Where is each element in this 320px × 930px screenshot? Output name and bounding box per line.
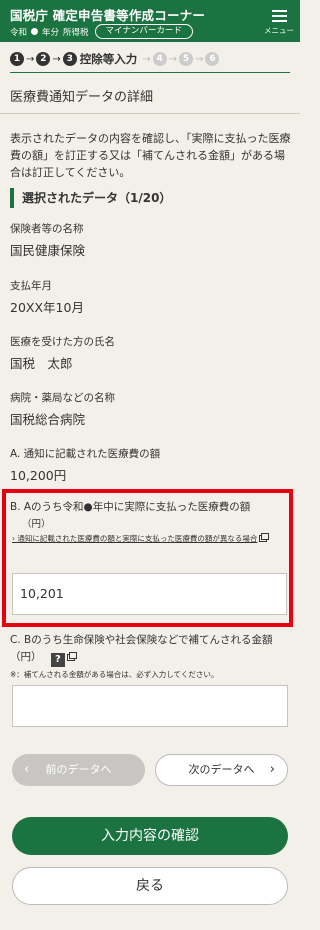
step-3: 3 [62, 52, 77, 66]
section-heading: 選択されたデータ（1/20） [10, 188, 171, 208]
reimbursed-amount-input[interactable] [12, 685, 288, 727]
external-window-icon[interactable] [66, 652, 77, 661]
hospital-label: 病院・薬局などの名称 [10, 392, 115, 404]
patient-name-label: 医療を受けた方の氏名 [10, 336, 115, 348]
help-icon[interactable]: ? [50, 653, 65, 667]
external-window-icon [259, 533, 270, 542]
reimbursed-amount-label-text: C. Bのうち生命保険や社会保険などで補てんされる金額（円） [10, 634, 273, 663]
hamburger-icon [271, 10, 287, 22]
title-divider [0, 113, 300, 114]
year-dot-icon [31, 28, 39, 35]
next-data-button[interactable]: 次のデータへ › [155, 754, 288, 786]
insurer-label: 保険者等の名称 [10, 223, 84, 235]
current-step-label: 控除等入力 [79, 52, 138, 66]
confirm-button[interactable]: 入力内容の確認 [12, 817, 288, 855]
step-4: 4 [152, 52, 167, 66]
patient-name-value: 国税 太郎 [10, 356, 73, 371]
tax-type-label: 所得税 [63, 27, 89, 38]
prev-data-label: 前のデータへ [45, 763, 112, 776]
reimbursed-amount-label: C. Bのうち生命保険や社会保険などで補てんされる金額（円） ? [10, 632, 290, 667]
hospital-value: 国税総合病院 [10, 412, 86, 427]
mynumber-card-badge: マイナンバーカード [94, 24, 193, 39]
page-title: 医療費通知データの詳細 [10, 90, 154, 105]
header-subinfo: 令和 年分 所得税 マイナンバーカード [10, 24, 193, 39]
insurer-value: 国民健康保険 [10, 243, 86, 258]
step-arrow-icon: → [195, 53, 204, 65]
chevron-right-icon: › [12, 534, 15, 543]
step-5: 5 [179, 52, 194, 66]
step-6: 6 [205, 52, 220, 66]
year-suffix: 年分 [42, 27, 60, 38]
paid-amount-label: B. Aのうち令和●年中に実際に支払った医療費の額 [10, 501, 251, 513]
step-2: 2 [36, 52, 51, 66]
step-indicator: 1 → 2 → 3 控除等入力 → 4 → 5 → 6 [10, 51, 220, 67]
notified-amount-value: 10,200円 [10, 468, 67, 483]
notified-amount-label: A. 通知に記載された医療費の額 [10, 448, 161, 460]
chevron-right-icon: › [269, 762, 275, 777]
era-label: 令和 [10, 27, 28, 38]
next-data-label: 次のデータへ [188, 763, 255, 776]
chevron-left-icon: ‹ [24, 762, 30, 777]
app-title: 国税庁 確定申告書等作成コーナー [10, 8, 206, 23]
step-arrow-icon: → [168, 53, 178, 65]
step-divider [10, 72, 290, 73]
paid-amount-input[interactable]: 10,201 [12, 573, 287, 615]
step-arrow-icon: → [142, 53, 151, 65]
payment-month-value: 20XX年10月 [10, 300, 84, 315]
app-header: 国税庁 確定申告書等作成コーナー 令和 年分 所得税 マイナンバーカード メニュ… [0, 0, 300, 42]
prev-data-button[interactable]: ‹ 前のデータへ [12, 754, 145, 786]
paid-amount-unit: （円） [22, 519, 51, 530]
step-arrow-icon: → [52, 53, 61, 65]
amount-differs-link-text: 通知に記載された医療費の額と実際に支払った医療費の額が異なる場合 [17, 534, 258, 543]
payment-month-label: 支払年月 [10, 280, 52, 292]
step-1: 1 [10, 52, 24, 66]
menu-button[interactable]: メニュー [264, 8, 294, 36]
intro-text: 表示されたデータの内容を確認し、「実際に支払った医療費の額」を訂正する又は「補て… [10, 132, 291, 179]
back-button[interactable]: 戻る [12, 867, 288, 905]
menu-label: メニュー [264, 26, 294, 35]
amount-differs-link[interactable]: › 通知に記載された医療費の額と実際に支払った医療費の額が異なる場合 [12, 532, 287, 546]
reimbursed-amount-note: ※：補てんされる金額がある場合は、必ず入力してください。 [10, 670, 219, 679]
step-arrow-icon: → [26, 53, 35, 65]
